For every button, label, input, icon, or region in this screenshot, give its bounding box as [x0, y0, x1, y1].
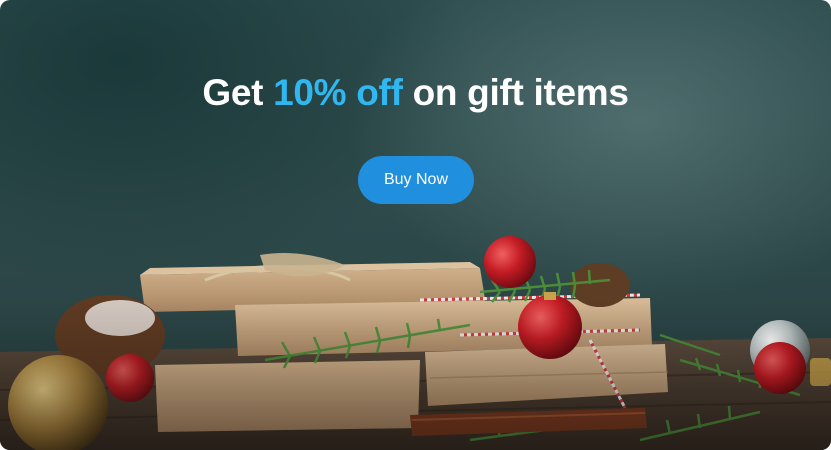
gift-scene-image	[0, 236, 831, 450]
headline-suffix: on gift items	[412, 72, 629, 113]
promo-headline: Get 10% off on gift items	[0, 72, 831, 114]
promo-banner: Get 10% off on gift items Buy Now	[0, 0, 831, 450]
headline-prefix: Get	[202, 72, 264, 113]
buy-now-button[interactable]: Buy Now	[358, 156, 474, 204]
headline-discount: 10% off	[273, 72, 403, 113]
